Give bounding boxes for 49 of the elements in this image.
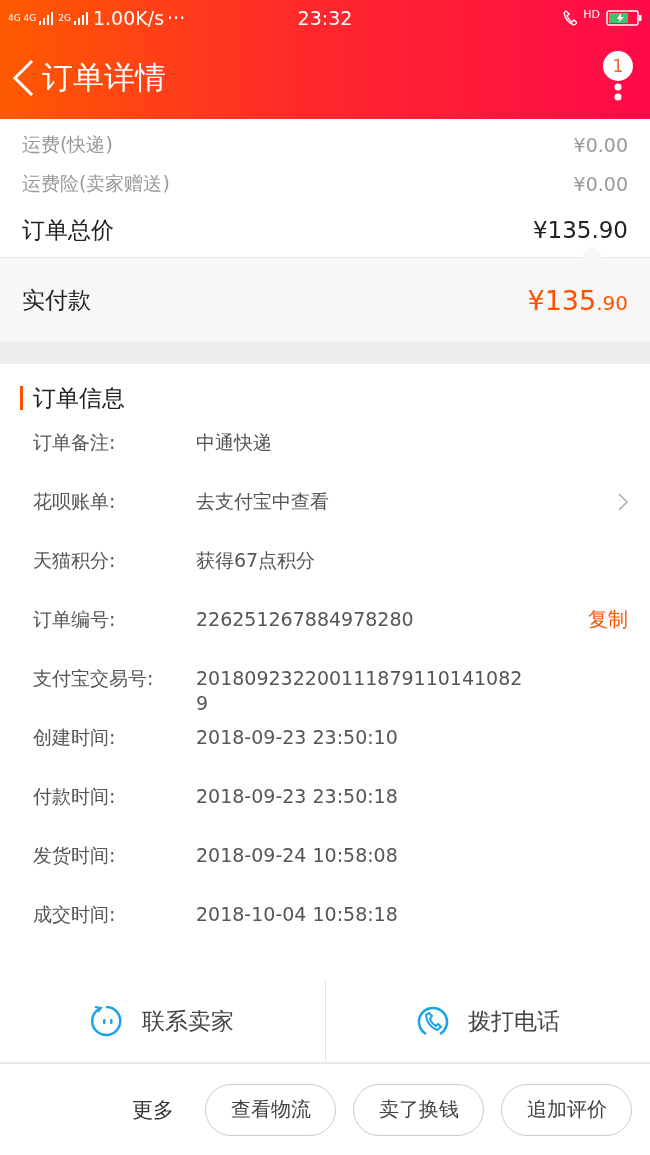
fee-label: 运费险(卖家赠送) xyxy=(22,170,170,196)
fee-value: ¥0.00 xyxy=(573,133,628,156)
chevron-icon[interactable] xyxy=(618,493,628,511)
info-value[interactable]: 去支付宝中查看 xyxy=(196,489,531,514)
speed-label: 1.00K/s xyxy=(92,7,165,29)
signal-icon xyxy=(73,11,90,25)
network-label: 4G 4G xyxy=(8,13,37,23)
info-label: 创建时间: xyxy=(33,725,117,750)
info-value: 2018-09-23 23:50:18 xyxy=(196,784,399,809)
info-label: 成交时间: xyxy=(33,902,117,927)
paid-label: 实付款 xyxy=(22,285,91,315)
info-value: 2018-09-23 23:50:10 xyxy=(196,725,399,750)
info-label: 花呗账单: xyxy=(33,489,117,514)
more-label[interactable]: 更多 xyxy=(132,1095,174,1124)
action-button[interactable]: 查看物流 xyxy=(205,1083,336,1136)
info-value: 2018-10-04 10:58:18 xyxy=(196,902,399,927)
action-button[interactable]: 卖了换钱 xyxy=(353,1083,484,1136)
more-label: ··· xyxy=(167,7,186,29)
info-label: 支付宝交易号: xyxy=(33,666,155,691)
total-label: 订单总价 xyxy=(22,215,114,245)
notification-badge: 1 xyxy=(603,50,633,81)
info-label: 发货时间: xyxy=(33,843,117,868)
info-value: 226251267884978280 xyxy=(196,607,415,632)
phone-icon xyxy=(415,1004,450,1038)
info-value: 获得67点积分 xyxy=(196,548,317,573)
contact-button[interactable]: 联系卖家 xyxy=(0,980,325,1062)
info-label: 天猫积分: xyxy=(33,548,117,573)
battery-icon xyxy=(606,10,642,26)
info-label: 订单编号: xyxy=(33,607,117,632)
info-value: 中通快递 xyxy=(196,430,273,455)
fee-value: ¥0.00 xyxy=(573,172,628,195)
network-label: 2G xyxy=(58,13,71,23)
section-title: 订单信息 xyxy=(20,386,650,410)
phone-icon xyxy=(563,10,578,26)
paid-amount: ¥135.90 xyxy=(527,284,628,316)
info-label: 订单备注: xyxy=(33,430,117,455)
info-value: 2018-09-24 10:58:08 xyxy=(196,843,399,868)
page-title: 订单详情 xyxy=(42,57,167,97)
smiley-icon xyxy=(90,1004,125,1038)
signal-icon xyxy=(39,11,56,25)
fee-label: 运费(快递) xyxy=(22,131,113,157)
action-button[interactable]: 追加评价 xyxy=(501,1083,632,1136)
back-icon[interactable] xyxy=(12,58,34,97)
info-value: 2018092322001118791101410829 xyxy=(196,666,524,716)
clock: 23:32 xyxy=(297,7,353,29)
info-label: 付款时间: xyxy=(33,784,117,809)
hd-label: HD xyxy=(583,7,600,21)
total-value: ¥135.90 xyxy=(532,217,628,243)
contact-button[interactable]: 拨打电话 xyxy=(324,980,650,1062)
